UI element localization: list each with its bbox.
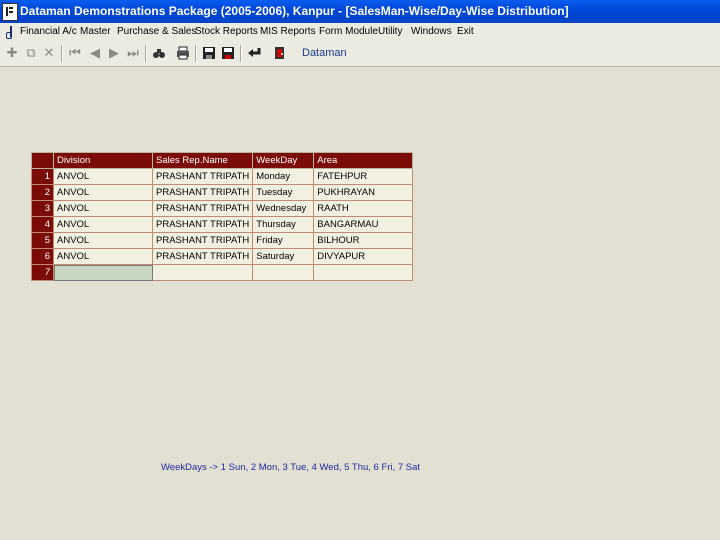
area-cell[interactable]: BANGARMAU bbox=[313, 216, 414, 233]
weekday-cell[interactable]: Monday bbox=[252, 168, 315, 185]
row-number[interactable]: 2 bbox=[31, 184, 54, 201]
menu-mis-reports[interactable]: MIS Reports bbox=[260, 23, 316, 41]
weekday-legend: WeekDays -> 1 Sun, 2 Mon, 3 Tue, 4 Wed, … bbox=[161, 462, 421, 473]
table-row: 4 ANVOL PRASHANT TRIPATH Thursday BANGAR… bbox=[31, 216, 414, 233]
sales-rep-cell[interactable]: PRASHANT TRIPATH bbox=[151, 168, 254, 185]
weekday-cell[interactable]: Tuesday bbox=[252, 184, 315, 201]
sales-rep-input-cell[interactable] bbox=[151, 264, 254, 281]
row-number[interactable]: 3 bbox=[31, 200, 54, 217]
table-row: 2 ANVOL PRASHANT TRIPATH Tuesday PUKHRAY… bbox=[31, 184, 414, 201]
table-row: 6 ANVOL PRASHANT TRIPATH Saturday DIVYAP… bbox=[31, 248, 414, 265]
division-cell[interactable]: ANVOL bbox=[53, 184, 153, 201]
column-header-area[interactable]: Area bbox=[313, 152, 414, 169]
table-row: 5 ANVOL PRASHANT TRIPATH Friday BILHOUR bbox=[31, 232, 414, 249]
menu-financial[interactable]: Financial A/c bbox=[20, 23, 77, 41]
column-header-division[interactable]: Division bbox=[53, 152, 153, 169]
menu-utility[interactable]: Utility bbox=[378, 23, 402, 41]
toolbar-label: Dataman bbox=[302, 47, 347, 59]
toolbar: ✚ ⧉ ✕ ⏮ ◀ ▶ ⏭ Dataman bbox=[0, 41, 720, 67]
add-icon[interactable]: ✚ bbox=[5, 46, 19, 60]
undo-icon[interactable] bbox=[247, 46, 261, 60]
division-input-cell[interactable] bbox=[53, 264, 153, 281]
toolbar-separator bbox=[61, 45, 63, 62]
row-header-corner bbox=[31, 152, 54, 169]
row-number[interactable]: 6 bbox=[31, 248, 54, 265]
row-number[interactable]: 7 bbox=[31, 264, 54, 281]
previous-record-icon[interactable]: ◀ bbox=[88, 46, 102, 60]
find-icon[interactable] bbox=[152, 46, 166, 60]
save-all-icon[interactable] bbox=[221, 46, 235, 60]
save-icon[interactable] bbox=[202, 46, 216, 60]
menu-purchase-sales[interactable]: Purchase & Sales bbox=[117, 23, 197, 41]
next-record-icon[interactable]: ▶ bbox=[107, 46, 121, 60]
document-window-icon[interactable] bbox=[5, 26, 14, 39]
distribution-grid: Division Sales Rep.Name WeekDay Area 1 A… bbox=[31, 152, 414, 281]
app-icon[interactable] bbox=[2, 3, 18, 21]
delete-icon[interactable]: ✕ bbox=[42, 46, 56, 60]
menu-stock-reports[interactable]: Stock Reports bbox=[195, 23, 258, 41]
toolbar-separator bbox=[195, 45, 197, 62]
window-title: Dataman Demonstrations Package (2005-200… bbox=[20, 4, 569, 18]
row-number[interactable]: 4 bbox=[31, 216, 54, 233]
division-cell[interactable]: ANVOL bbox=[53, 248, 153, 265]
menu-form-module[interactable]: Form Module bbox=[319, 23, 378, 41]
toolbar-separator bbox=[240, 45, 242, 62]
last-record-icon[interactable]: ⏭ bbox=[126, 46, 140, 60]
division-cell[interactable]: ANVOL bbox=[53, 216, 153, 233]
copy-icon[interactable]: ⧉ bbox=[24, 46, 38, 60]
menu-bar: Financial A/c Master Purchase & Sales St… bbox=[0, 23, 720, 41]
area-cell[interactable]: BILHOUR bbox=[313, 232, 414, 249]
exit-icon[interactable] bbox=[273, 46, 287, 60]
division-cell[interactable]: ANVOL bbox=[53, 232, 153, 249]
sales-rep-cell[interactable]: PRASHANT TRIPATH bbox=[151, 248, 254, 265]
sales-rep-cell[interactable]: PRASHANT TRIPATH bbox=[151, 216, 254, 233]
menu-windows[interactable]: Windows bbox=[411, 23, 452, 41]
row-number[interactable]: 5 bbox=[31, 232, 54, 249]
sales-rep-cell[interactable]: PRASHANT TRIPATH bbox=[151, 184, 254, 201]
weekday-input-cell[interactable] bbox=[252, 264, 315, 281]
sales-rep-cell[interactable]: PRASHANT TRIPATH bbox=[151, 200, 254, 217]
print-icon[interactable] bbox=[176, 46, 190, 60]
new-record-row: 7 bbox=[31, 264, 414, 281]
menu-master[interactable]: Master bbox=[80, 23, 111, 41]
division-cell[interactable]: ANVOL bbox=[53, 168, 153, 185]
area-input-cell[interactable] bbox=[313, 264, 414, 281]
area-cell[interactable]: FATEHPUR bbox=[313, 168, 414, 185]
table-row: 3 ANVOL PRASHANT TRIPATH Wednesday RAATH bbox=[31, 200, 414, 217]
weekday-cell[interactable]: Thursday bbox=[252, 216, 315, 233]
column-header-sales-rep[interactable]: Sales Rep.Name bbox=[151, 152, 254, 169]
column-header-weekday[interactable]: WeekDay bbox=[252, 152, 315, 169]
row-number[interactable]: 1 bbox=[31, 168, 54, 185]
sales-rep-cell[interactable]: PRASHANT TRIPATH bbox=[151, 232, 254, 249]
grid-header-row: Division Sales Rep.Name WeekDay Area bbox=[31, 152, 414, 169]
menu-exit[interactable]: Exit bbox=[457, 23, 474, 41]
area-cell[interactable]: PUKHRAYAN bbox=[313, 184, 414, 201]
division-cell[interactable]: ANVOL bbox=[53, 200, 153, 217]
area-cell[interactable]: DIVYAPUR bbox=[313, 248, 414, 265]
first-record-icon[interactable]: ⏮ bbox=[68, 46, 82, 60]
toolbar-separator bbox=[145, 45, 147, 62]
area-cell[interactable]: RAATH bbox=[313, 200, 414, 217]
table-row: 1 ANVOL PRASHANT TRIPATH Monday FATEHPUR bbox=[31, 168, 414, 185]
weekday-cell[interactable]: Wednesday bbox=[252, 200, 315, 217]
weekday-cell[interactable]: Friday bbox=[252, 232, 315, 249]
title-bar: Dataman Demonstrations Package (2005-200… bbox=[0, 0, 720, 23]
weekday-cell[interactable]: Saturday bbox=[252, 248, 315, 265]
